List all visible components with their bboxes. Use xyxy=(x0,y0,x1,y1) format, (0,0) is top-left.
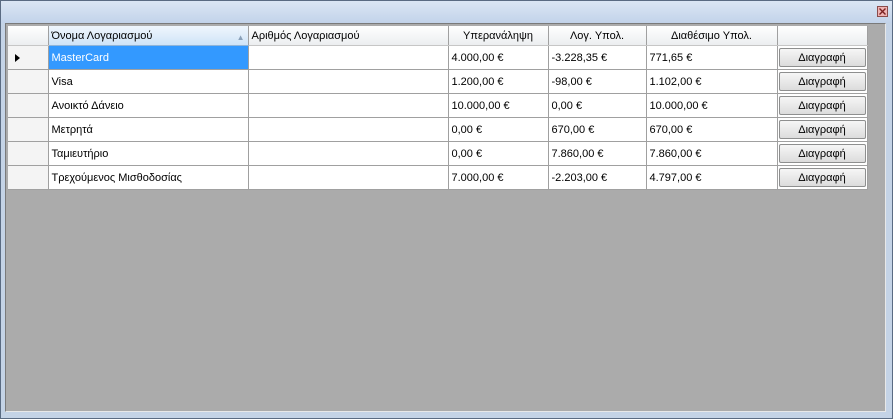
table-row[interactable]: MasterCard 4.000,00 € -3.228,35 € 771,65… xyxy=(8,45,868,70)
cell-available-balance[interactable]: 10.000,00 € xyxy=(646,93,778,118)
column-header-action[interactable] xyxy=(777,26,868,46)
delete-button[interactable]: Διαγραφή xyxy=(778,168,866,187)
cell-action: Διαγραφή xyxy=(777,165,868,190)
cell-ledger-balance[interactable]: 7.860,00 € xyxy=(548,141,647,166)
cell-action: Διαγραφή xyxy=(777,93,868,118)
cell-ledger-balance[interactable]: -3.228,35 € xyxy=(548,45,647,70)
table-row[interactable]: Visa 1.200,00 € -98,00 € 1.102,00 € Διαγ… xyxy=(8,69,868,94)
cell-overdraft[interactable]: 0,00 € xyxy=(448,141,549,166)
cell-ledger-balance[interactable]: 0,00 € xyxy=(548,93,647,118)
delete-button[interactable]: Διαγραφή xyxy=(778,120,866,139)
column-header-ledger-balance[interactable]: Λογ. Υπολ. xyxy=(548,26,647,46)
cell-available-balance[interactable]: 4.797,00 € xyxy=(646,165,778,190)
cell-account-number[interactable] xyxy=(248,141,449,166)
cell-account-name[interactable]: Τρεχούμενος Μισθοδοσίας xyxy=(48,165,249,190)
cell-account-name[interactable]: Ανοικτό Δάνειο xyxy=(48,93,249,118)
cell-account-number[interactable] xyxy=(248,45,449,70)
grid-area: Όνομα Λογαριασμού ▲ Αριθμός Λογαριασμού … xyxy=(5,23,886,412)
cell-available-balance[interactable]: 1.102,00 € xyxy=(646,69,778,94)
column-header-overdraft[interactable]: Υπερανάληψη xyxy=(448,26,549,46)
cell-action: Διαγραφή xyxy=(777,117,868,142)
cell-overdraft[interactable]: 10.000,00 € xyxy=(448,93,549,118)
cell-account-number[interactable] xyxy=(248,93,449,118)
cell-account-name[interactable]: Μετρητά xyxy=(48,117,249,142)
accounts-grid: Όνομα Λογαριασμού ▲ Αριθμός Λογαριασμού … xyxy=(8,26,868,190)
cell-available-balance[interactable]: 670,00 € xyxy=(646,117,778,142)
sort-ascending-icon: ▲ xyxy=(236,32,245,42)
delete-button[interactable]: Διαγραφή xyxy=(778,48,866,67)
cell-overdraft[interactable]: 1.200,00 € xyxy=(448,69,549,94)
cell-account-number[interactable] xyxy=(248,165,449,190)
current-row-arrow-icon xyxy=(15,53,20,62)
column-header-account-number[interactable]: Αριθμός Λογαριασμού xyxy=(248,26,449,46)
title-bar xyxy=(1,1,892,23)
cell-account-name[interactable]: Ταμιευτήριο xyxy=(48,141,249,166)
cell-ledger-balance[interactable]: 670,00 € xyxy=(548,117,647,142)
column-header-label: Λογ. Υπολ. xyxy=(569,29,625,42)
row-header[interactable] xyxy=(8,165,49,190)
delete-button[interactable]: Διαγραφή xyxy=(778,96,866,115)
row-header-corner xyxy=(8,26,49,46)
cell-action: Διαγραφή xyxy=(777,45,868,70)
cell-overdraft[interactable]: 0,00 € xyxy=(448,117,549,142)
table-row[interactable]: Ταμιευτήριο 0,00 € 7.860,00 € 7.860,00 €… xyxy=(8,141,868,166)
row-header[interactable] xyxy=(8,141,49,166)
row-header[interactable] xyxy=(8,117,49,142)
cell-overdraft[interactable]: 4.000,00 € xyxy=(448,45,549,70)
close-icon[interactable] xyxy=(877,6,888,17)
delete-button[interactable]: Διαγραφή xyxy=(778,144,866,163)
column-header-account-name[interactable]: Όνομα Λογαριασμού ▲ xyxy=(48,26,249,46)
column-header-label: Όνομα Λογαριασμού xyxy=(51,29,153,42)
column-header-label: Αριθμός Λογαριασμού xyxy=(251,29,360,42)
cell-account-name[interactable]: MasterCard xyxy=(48,45,249,70)
column-header-label: Υπερανάληψη xyxy=(463,29,533,42)
cell-action: Διαγραφή xyxy=(777,69,868,94)
table-row[interactable]: Τρεχούμενος Μισθοδοσίας 7.000,00 € -2.20… xyxy=(8,165,868,190)
accounts-window: Όνομα Λογαριασμού ▲ Αριθμός Λογαριασμού … xyxy=(0,0,893,419)
row-header[interactable] xyxy=(8,93,49,118)
grid-header-row: Όνομα Λογαριασμού ▲ Αριθμός Λογαριασμού … xyxy=(8,26,868,46)
cell-ledger-balance[interactable]: -98,00 € xyxy=(548,69,647,94)
row-header[interactable] xyxy=(8,69,49,94)
column-header-available-balance[interactable]: Διαθέσιμο Υπολ. xyxy=(646,26,778,46)
cell-action: Διαγραφή xyxy=(777,141,868,166)
cell-account-number[interactable] xyxy=(248,69,449,94)
cell-account-number[interactable] xyxy=(248,117,449,142)
column-header-label: Διαθέσιμο Υπολ. xyxy=(671,29,752,42)
cell-account-name[interactable]: Visa xyxy=(48,69,249,94)
cell-available-balance[interactable]: 771,65 € xyxy=(646,45,778,70)
cell-overdraft[interactable]: 7.000,00 € xyxy=(448,165,549,190)
cell-available-balance[interactable]: 7.860,00 € xyxy=(646,141,778,166)
cell-ledger-balance[interactable]: -2.203,00 € xyxy=(548,165,647,190)
table-row[interactable]: Ανοικτό Δάνειο 10.000,00 € 0,00 € 10.000… xyxy=(8,93,868,118)
table-row[interactable]: Μετρητά 0,00 € 670,00 € 670,00 € Διαγραφ… xyxy=(8,117,868,142)
delete-button[interactable]: Διαγραφή xyxy=(778,72,866,91)
row-header[interactable] xyxy=(8,45,49,70)
